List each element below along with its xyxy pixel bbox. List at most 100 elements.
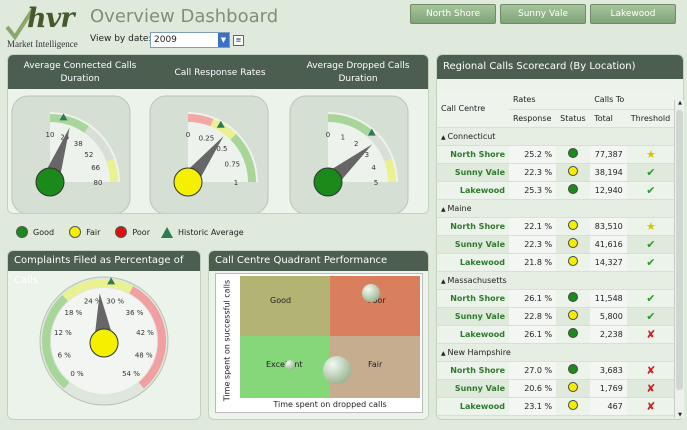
total-cell: 1,769 <box>590 379 627 398</box>
scorecard-table-wrap: Call Centre Rates Calls To Response Stat… <box>437 91 675 419</box>
table-row[interactable]: Sunny Vale 22.3 % 41,616 ✔ <box>437 235 675 254</box>
table-row[interactable]: Lakewood 21.8 % 14,327 ✔ <box>437 253 675 272</box>
group-row[interactable]: ▲ Rhode Island <box>437 415 675 419</box>
complaints-panel: Complaints Filed as Percentage of Calls … <box>7 250 201 420</box>
table-row[interactable]: Lakewood 26.1 % 2,238 ✘ <box>437 325 675 344</box>
response-cell: 21.8 % <box>509 253 557 272</box>
threshold-check-icon: ✔ <box>646 255 656 269</box>
col-status[interactable]: Status <box>556 109 591 128</box>
threshold-cell: ✔ <box>626 307 675 326</box>
gauge-tick-label: 66 <box>91 164 100 172</box>
col-threshold[interactable]: Threshold <box>626 109 675 128</box>
gauge-band <box>384 158 396 183</box>
location-button-sunny-vale[interactable]: Sunny Vale <box>500 4 586 24</box>
status-dot-icon <box>568 310 579 320</box>
quadrant-good <box>240 276 330 336</box>
table-row[interactable]: Sunny Vale 20.6 % 1,769 ✘ <box>437 379 675 398</box>
group-name: ▲ Massachusetts <box>437 271 675 290</box>
quadrant-panel: Call Centre Quadrant Performance Good Po… <box>208 250 429 420</box>
complaints-tick-label: 18 % <box>65 309 83 317</box>
response-cell: 22.8 % <box>509 307 557 326</box>
gauge-tick-label: 52 <box>84 151 93 159</box>
group-row[interactable]: ▲ Massachusetts <box>437 271 675 290</box>
table-row[interactable]: Sunny Vale 22.3 % 38,194 ✔ <box>437 163 675 182</box>
threshold-cell: ✔ <box>626 181 675 200</box>
status-dot-icon <box>568 148 579 158</box>
quadrant-label-good: Good <box>270 296 292 305</box>
response-cell: 25.3 % <box>509 181 557 200</box>
gauge-tick-label: 0 <box>326 131 330 139</box>
gauge-tick-label: 1 <box>341 133 345 141</box>
bubble-north-shore[interactable] <box>362 284 380 302</box>
filter-icon[interactable]: ≡ <box>233 35 244 46</box>
gauge-tick-label: 5 <box>374 179 378 187</box>
response-cell: 20.6 % <box>509 379 557 398</box>
location-button-lakewood[interactable]: Lakewood <box>590 4 676 24</box>
status-dot-icon <box>568 328 579 338</box>
group-label: Connecticut <box>447 131 496 141</box>
threshold-check-icon: ✔ <box>646 183 656 197</box>
bubble-lakewood[interactable] <box>285 360 295 370</box>
group-row[interactable]: ▲ Connecticut <box>437 127 675 146</box>
threshold-cell: ✘ <box>626 325 675 344</box>
complaints-tick-label: 36 % <box>126 309 144 317</box>
location-button-north-shore[interactable]: North Shore <box>410 4 496 24</box>
total-cell: 12,940 <box>590 181 627 200</box>
response-cell: 25.2 % <box>509 145 557 164</box>
group-name: ▲ Connecticut <box>437 127 675 146</box>
table-row[interactable]: North Shore 26.1 % 11,548 ✔ <box>437 289 675 308</box>
threshold-cell: ★ <box>626 145 675 164</box>
status-cell <box>556 145 591 164</box>
status-cell <box>556 379 591 398</box>
gauges-svg: 10243852668000.250.50.751012345 <box>11 95 409 213</box>
col-response[interactable]: Response <box>509 109 557 128</box>
table-row[interactable]: North Shore 25.2 % 77,387 ★ <box>437 145 675 164</box>
scorecard-scrollbar[interactable]: ▲ ▼ <box>674 100 684 418</box>
quadrant-chart: Good Poor Excellent Fair Time spent on s… <box>215 273 423 413</box>
location-cell: Lakewood <box>437 325 509 344</box>
table-row[interactable]: Lakewood 23.1 % 467 ✘ <box>437 397 675 416</box>
complaints-gauge: 0 %6 %12 %18 %24 % 30 %36 %42 %48 %54 % <box>39 276 169 406</box>
status-dot-icon <box>568 256 579 266</box>
threshold-cell: ✘ <box>626 361 675 380</box>
table-row[interactable]: North Shore 22.1 % 83,510 ★ <box>437 217 675 236</box>
status-cell <box>556 289 591 308</box>
gauge-tick-label: 4 <box>371 164 376 172</box>
col-call-centre[interactable]: Call Centre <box>437 91 509 128</box>
chevron-down-icon[interactable]: ▼ <box>218 33 229 47</box>
threshold-check-icon: ✔ <box>646 309 656 323</box>
status-cell <box>556 361 591 380</box>
scroll-thumb[interactable] <box>676 110 683 390</box>
fair-dot-icon <box>69 226 82 238</box>
status-cell <box>556 181 591 200</box>
col-total[interactable]: Total <box>590 109 627 128</box>
threshold-cell: ✔ <box>626 235 675 254</box>
scroll-down-icon[interactable]: ▼ <box>676 412 684 418</box>
threshold-cross-icon: ✘ <box>646 363 656 377</box>
bubble-sunny-vale[interactable] <box>323 356 351 384</box>
scroll-up-icon[interactable]: ▲ <box>676 100 684 106</box>
response-cell: 22.3 % <box>509 235 557 254</box>
complaints-tick-label: 42 % <box>136 329 154 337</box>
group-row[interactable]: ▲ New Hampshire <box>437 343 675 362</box>
complaints-tick-label: 30 % <box>106 298 124 306</box>
scorecard-title: Regional Calls Scorecard (By Location) <box>437 55 683 79</box>
gauge-band <box>187 114 214 127</box>
complaints-tick-label: 48 % <box>135 352 153 360</box>
group-name: ▲ Rhode Island <box>437 415 675 419</box>
response-cell: 26.1 % <box>509 289 557 308</box>
page-title: Overview Dashboard <box>90 6 279 27</box>
logo-text: hvr <box>27 3 75 34</box>
location-cell: Lakewood <box>437 181 509 200</box>
historic-average-icon <box>160 226 173 238</box>
table-row[interactable]: Sunny Vale 22.8 % 5,800 ✔ <box>437 307 675 326</box>
gauge-tick-label: 0.5 <box>216 145 227 153</box>
table-row[interactable]: Lakewood 25.3 % 12,940 ✔ <box>437 181 675 200</box>
threshold-cell: ★ <box>626 217 675 236</box>
group-row[interactable]: ▲ Maine <box>437 199 675 218</box>
threshold-cell: ✘ <box>626 397 675 416</box>
location-cell: Sunny Vale <box>437 307 509 326</box>
legend-fair: Fair <box>86 227 101 237</box>
table-row[interactable]: North Shore 27.0 % 3,683 ✘ <box>437 361 675 380</box>
threshold-star-icon: ★ <box>645 219 656 233</box>
